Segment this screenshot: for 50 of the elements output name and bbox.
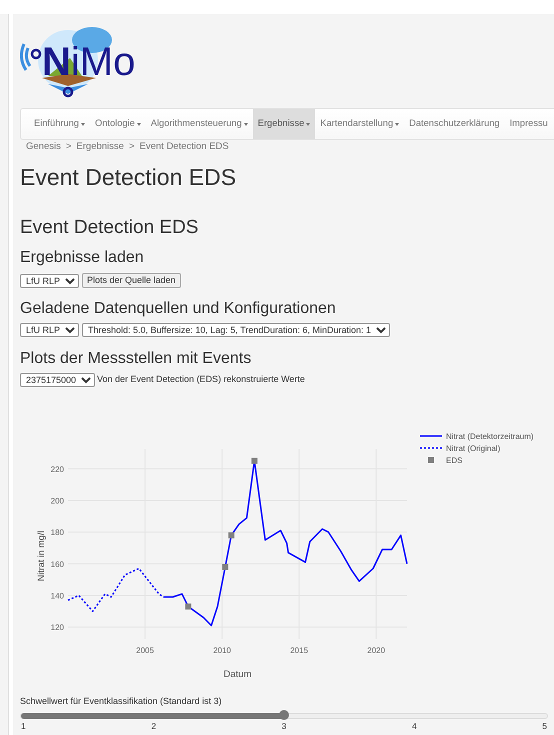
slider-tick-label: 5 [541,722,548,731]
x-axis-title: Datum [224,669,252,680]
legend-line-icon [420,447,442,449]
config-select[interactable]: Threshold: 5.0, Buffersize: 10, Lag: 5, TrendDuration: 6, MinDuration: 1 [82,323,390,337]
slider-label: Schwellwert für Eventklassifikation (Standard ist 3) [20,696,223,707]
y-tick-label: 120 [50,623,64,632]
section-heading: Ergebnisse laden [20,248,145,267]
page-title: Event Detection EDS [20,164,238,191]
breadcrumb-separator: > [128,140,135,154]
source-select[interactable]: LfU RLP [20,274,79,288]
slider-tick-label: 2 [150,722,158,731]
slider-tick-label: 1 [20,722,27,731]
legend-line-icon [420,435,442,437]
y-tick-label: 140 [50,591,64,600]
section-heading: Plots der Messstellen mit Events [20,349,252,368]
breadcrumb-link[interactable]: Ergebnisse [76,140,124,154]
slider-tick-label: 4 [410,722,418,731]
nav-item[interactable]: Kartendarstellung [315,109,404,139]
nav-item[interactable]: Ontologie [90,109,146,139]
legend-label: Nitrat (Original) [446,444,500,453]
slider-tick-label: 3 [280,722,288,731]
station-select[interactable]: 2375175000 [20,373,95,387]
y-tick-label: 180 [50,528,64,538]
breadcrumb-link[interactable]: Event Detection EDS [140,140,229,154]
legend-label: EDS [446,456,462,465]
nav-item[interactable]: Ergebnisse [252,109,316,139]
y-tick-label: 200 [50,496,64,506]
nav-item[interactable]: Impressu [504,109,553,139]
y-tick-label: 160 [50,560,64,569]
section-title: Event Detection EDS [20,217,200,239]
station-note: Von der Event Detection (EDS) rekonstruierte Werte [97,373,305,386]
y-tick-label: 220 [50,464,64,474]
x-tick-label: 2005 [136,646,154,655]
load-plots-button[interactable]: Plots der Quelle laden [82,273,181,288]
slider-thumb[interactable] [279,710,289,720]
nav-item[interactable]: Einführung [29,109,90,139]
source-select[interactable]: LfU RLP [20,323,79,337]
x-tick-label: 2015 [290,646,308,655]
event-marker [185,604,192,610]
event-marker [251,458,258,464]
legend-label: Nitrat (Detektorzeitraum) [446,432,534,441]
nav-item[interactable]: Datenschutzerklärung [404,109,505,139]
breadcrumb-link[interactable]: Genesis [26,140,61,154]
nav-item[interactable]: Algorithmensteuerung [146,109,253,139]
legend-marker-icon [428,457,434,463]
x-tick-label: 2010 [213,646,231,655]
breadcrumb-separator: > [66,140,72,154]
section-heading: Geladene Datenquellen und Konfigurationen [20,299,337,318]
x-tick-label: 2020 [367,646,386,655]
y-axis-title: Nitrat in mg/l [36,530,46,582]
